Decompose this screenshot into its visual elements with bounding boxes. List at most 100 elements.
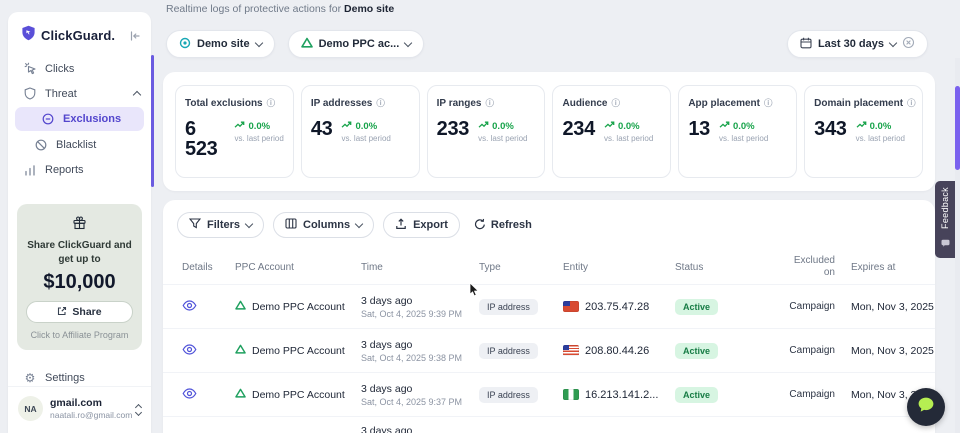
time-exact: Sat, Oct 4, 2025 9:37 PM bbox=[361, 397, 469, 407]
chevron-down-icon bbox=[245, 219, 253, 227]
export-icon bbox=[395, 218, 407, 233]
time-relative: 3 days ago bbox=[361, 295, 469, 307]
trend-up-icon bbox=[604, 120, 615, 132]
entity-value: 16.213.141.2... bbox=[585, 389, 658, 401]
info-icon[interactable]: ⓘ bbox=[486, 97, 495, 109]
clickguard-logo-icon bbox=[21, 25, 36, 46]
stat-change: 0.0% bbox=[618, 121, 640, 132]
stat-change: 0.0% bbox=[733, 121, 755, 132]
time-exact: Sat, Oct 4, 2025 9:38 PM bbox=[361, 353, 469, 363]
page-scrollbar-thumb[interactable] bbox=[955, 86, 960, 170]
table-row-partial[interactable]: 3 days ago bbox=[163, 416, 935, 433]
view-details-icon[interactable] bbox=[182, 300, 197, 314]
account-filter-label: Demo PPC ac... bbox=[319, 38, 400, 50]
ppc-account-name: Demo PPC Account bbox=[252, 389, 345, 401]
table-row[interactable]: Demo PPC Account 3 days agoSat, Oct 4, 2… bbox=[163, 284, 935, 328]
sidebar-nav: Clicks Threat Exclusions Blacklist bbox=[8, 56, 151, 182]
clear-date-icon[interactable] bbox=[902, 36, 915, 52]
status-badge: Active bbox=[675, 299, 718, 315]
stat-change: 0.0% bbox=[870, 121, 892, 132]
export-button-label: Export bbox=[413, 219, 448, 231]
date-range-filter[interactable]: Last 30 days bbox=[787, 30, 928, 58]
time-relative: 3 days ago bbox=[361, 339, 469, 351]
view-details-icon[interactable] bbox=[182, 388, 197, 402]
stat-label: App placement bbox=[688, 98, 760, 109]
stat-card-audience: Audienceⓘ 234 0.0% vs. last period bbox=[552, 85, 671, 178]
expires-at-value: Mon, Nov 3, 2025 bbox=[835, 301, 934, 313]
sidebar-item-blacklist[interactable]: Blacklist bbox=[8, 132, 151, 157]
stat-value: 343 bbox=[814, 119, 846, 139]
type-badge: IP address bbox=[479, 387, 538, 403]
stat-label: IP addresses bbox=[311, 98, 373, 109]
info-icon[interactable]: ⓘ bbox=[907, 97, 916, 109]
info-icon[interactable]: ⓘ bbox=[267, 97, 276, 109]
site-icon bbox=[179, 37, 191, 52]
app-logo: ClickGuard. bbox=[41, 28, 115, 43]
chevron-down-icon bbox=[355, 219, 363, 227]
sidebar-collapse-icon[interactable] bbox=[129, 30, 141, 42]
info-icon[interactable]: ⓘ bbox=[764, 97, 773, 109]
col-header-type: Type bbox=[469, 262, 555, 273]
chat-widget-button[interactable] bbox=[907, 388, 945, 426]
promo-line1: Share ClickGuard and bbox=[26, 239, 133, 253]
chevron-updown-icon bbox=[136, 402, 141, 415]
sidebar-item-threat[interactable]: Threat bbox=[8, 81, 151, 106]
ppc-account-name: Demo PPC Account bbox=[252, 301, 345, 313]
sidebar-item-clicks[interactable]: Clicks bbox=[8, 56, 151, 81]
share-button-label: Share bbox=[72, 306, 101, 318]
chevron-down-icon bbox=[889, 38, 897, 46]
stat-label: IP ranges bbox=[437, 98, 482, 109]
info-icon[interactable]: ⓘ bbox=[376, 97, 385, 109]
minus-circle-icon bbox=[41, 113, 55, 125]
page-subtitle-text: Realtime logs of protective actions for bbox=[166, 3, 341, 15]
external-link-icon bbox=[57, 306, 67, 319]
trend-up-icon bbox=[478, 120, 489, 132]
entity-value: 208.80.44.26 bbox=[585, 345, 649, 357]
stat-change: 0.0% bbox=[355, 121, 377, 132]
sidebar-item-exclusions[interactable]: Exclusions bbox=[15, 107, 144, 131]
reports-icon bbox=[23, 164, 37, 176]
table-toolbar: Filters Columns Export Refresh bbox=[163, 200, 935, 250]
clicks-icon bbox=[23, 62, 37, 75]
entity-value: 203.75.47.28 bbox=[585, 301, 649, 313]
type-badge: IP address bbox=[479, 299, 538, 315]
promo-line2: get up to bbox=[26, 253, 133, 267]
col-header-ppc-account: PPC Account bbox=[227, 262, 351, 273]
funnel-icon bbox=[189, 218, 201, 232]
table-row[interactable]: Demo PPC Account 3 days agoSat, Oct 4, 2… bbox=[163, 328, 935, 372]
trend-up-icon bbox=[234, 120, 245, 132]
feedback-tab[interactable]: Feedback bbox=[935, 181, 955, 258]
nav-label-threat: Threat bbox=[45, 88, 77, 100]
table-row[interactable]: Demo PPC Account 3 days ago Sat, Oct 4, 2… bbox=[163, 372, 935, 416]
stat-card-app-placement: App placementⓘ 13 0.0% vs. last period bbox=[678, 85, 797, 178]
affiliate-link[interactable]: Click to Affiliate Program bbox=[26, 330, 133, 340]
sidebar-item-reports[interactable]: Reports bbox=[8, 157, 151, 182]
user-menu[interactable]: NA gmail.com naatali.ro@gmail.com bbox=[8, 386, 151, 433]
site-filter[interactable]: Demo site bbox=[166, 30, 275, 58]
export-button[interactable]: Export bbox=[383, 212, 460, 238]
time-relative: 3 days ago bbox=[361, 383, 469, 395]
stat-card-total-exclusions: Total exclusionsⓘ 6 523 0.0% vs. last pe… bbox=[175, 85, 294, 178]
shield-icon bbox=[23, 87, 37, 100]
affiliate-promo-card: Share ClickGuard and get up to $10,000 S… bbox=[17, 204, 142, 350]
filters-button[interactable]: Filters bbox=[177, 212, 264, 238]
calendar-icon bbox=[800, 37, 812, 52]
stat-compare: vs. last period bbox=[604, 134, 653, 143]
type-badge: IP address bbox=[479, 343, 538, 359]
time-relative: 3 days ago bbox=[361, 425, 469, 433]
nav-label-clicks: Clicks bbox=[45, 63, 74, 75]
page-subtitle: Realtime logs of protective actions for … bbox=[166, 3, 394, 15]
nav-label-blacklist: Blacklist bbox=[56, 139, 96, 151]
share-button[interactable]: Share bbox=[26, 301, 133, 323]
view-details-icon[interactable] bbox=[182, 344, 197, 358]
avatar: NA bbox=[18, 396, 43, 421]
date-range-label: Last 30 days bbox=[818, 38, 884, 50]
excluded-on-value: Campaign bbox=[789, 389, 835, 400]
info-icon[interactable]: ⓘ bbox=[612, 97, 621, 109]
refresh-button[interactable]: Refresh bbox=[474, 218, 532, 233]
columns-button[interactable]: Columns bbox=[273, 212, 374, 238]
sidebar: ClickGuard. Clicks Threat bbox=[8, 12, 151, 433]
page-subtitle-site: Demo site bbox=[344, 3, 394, 15]
account-filter[interactable]: Demo PPC ac... bbox=[288, 30, 425, 58]
sidebar-scrollbar-thumb[interactable] bbox=[151, 55, 154, 187]
